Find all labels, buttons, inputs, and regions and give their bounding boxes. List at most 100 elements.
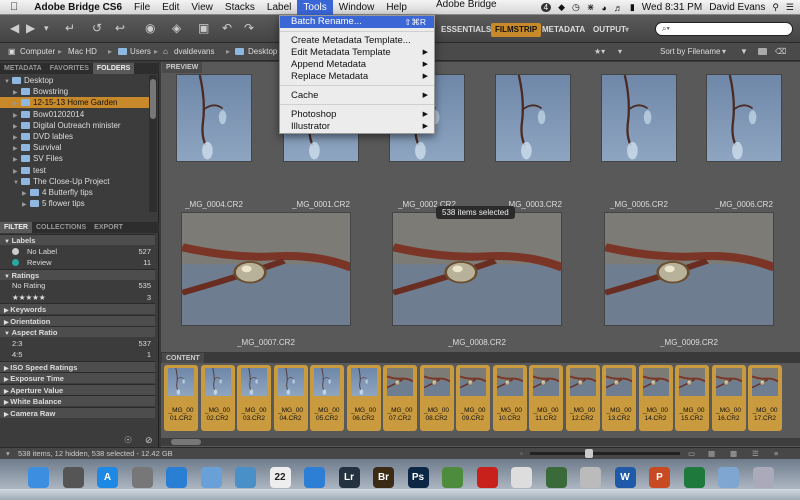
filter-group-header[interactable]: ▶ White Balance: [0, 395, 155, 406]
folder-icon[interactable]: [758, 47, 770, 56]
folder-item[interactable]: ▶ 12-15-13 Home Garden: [0, 97, 149, 109]
filter-group-header[interactable]: ▶ Camera Raw: [0, 406, 155, 418]
folder-scrollbar-thumb[interactable]: [150, 79, 156, 119]
content-thumbnail[interactable]: _MG_00 04.CR2: [273, 365, 308, 431]
tools-menu-item[interactable]: Batch Rename... ⇧⌘R: [280, 16, 434, 28]
rotate-left-icon[interactable]: ↶: [222, 21, 232, 35]
breadcrumb-computer[interactable]: Computer: [20, 47, 55, 56]
menu-edit[interactable]: Edit: [156, 0, 185, 15]
tab-collections[interactable]: COLLECTIONS: [32, 222, 90, 233]
preview-image[interactable]: [181, 212, 351, 326]
tab-export[interactable]: EXPORT: [90, 222, 127, 233]
disclosure-open-icon[interactable]: ▼: [4, 274, 12, 280]
content-thumbnail[interactable]: _MG_00 05.CR2: [310, 365, 344, 431]
thumbnail-size-slider[interactable]: [530, 449, 680, 458]
tab-favorites[interactable]: FAVORITES: [46, 63, 93, 74]
refine-icon[interactable]: ◈: [172, 21, 181, 35]
preview-image[interactable]: [601, 74, 677, 162]
time-machine-icon[interactable]: [545, 467, 567, 488]
excel-icon[interactable]: [683, 467, 705, 488]
filter-group-header[interactable]: ▶ ISO Speed Ratings: [0, 360, 155, 372]
content-thumbnail[interactable]: _MG_00 06.CR2: [346, 365, 381, 431]
maps-icon[interactable]: [442, 467, 463, 488]
filter-group-header[interactable]: ▶ Orientation: [0, 314, 155, 326]
spotlight-icon[interactable]: ⚲: [772, 2, 779, 13]
acrobat-icon[interactable]: [476, 467, 498, 488]
tab-metadata[interactable]: METADATA: [0, 63, 46, 74]
view-thumbnails-icon[interactable]: ▩: [730, 448, 737, 459]
trash-small-icon[interactable]: ⌫: [775, 47, 786, 56]
filter-dropdown-icon[interactable]: ▾: [618, 47, 622, 56]
content-thumbnail[interactable]: _MG_00 03.CR2: [237, 365, 271, 431]
zoom-in-icon[interactable]: ▭: [688, 448, 695, 459]
menu-label[interactable]: Label: [261, 0, 297, 15]
clock[interactable]: Wed 8:31 PM: [642, 2, 702, 13]
dropbox-status-icon[interactable]: ◆: [558, 2, 565, 13]
folder-item[interactable]: ▼ Desktop: [0, 75, 149, 86]
breadcrumb-users[interactable]: Users: [130, 47, 151, 56]
zoom-out-icon[interactable]: ▫: [520, 448, 523, 459]
filter-group-header[interactable]: ▶ Keywords: [0, 303, 155, 314]
user-name[interactable]: David Evans: [709, 2, 765, 13]
folder-item[interactable]: ▶ Bow01202014: [0, 109, 149, 120]
workspace-menu-icon[interactable]: ▾: [625, 24, 629, 36]
battery-icon[interactable]: ▮: [630, 2, 635, 13]
preview-tab[interactable]: PREVIEW: [162, 62, 203, 73]
thumbnail-size-slider-handle[interactable]: [585, 449, 593, 458]
content-thumbnail[interactable]: _MG_00 02.CR2: [200, 365, 235, 431]
menu-file[interactable]: File: [128, 0, 156, 15]
filter-item[interactable]: No Rating 535: [0, 280, 155, 291]
tools-menu-item[interactable]: Replace Metadata ▶: [280, 71, 434, 83]
app-store-icon[interactable]: A: [97, 467, 118, 488]
lock-thumbnail-grid-icon[interactable]: ▦: [708, 448, 715, 459]
workspace-filmstrip[interactable]: FILMSTRIP: [491, 23, 542, 37]
tab-folders[interactable]: FOLDERS: [92, 63, 135, 74]
content-scrollbar[interactable]: [161, 438, 800, 446]
filter-group-header[interactable]: ▼ Aspect Ratio: [0, 326, 155, 337]
folder-item[interactable]: ▶ 4 Butterfly tips: [0, 187, 149, 198]
filter-group-header[interactable]: ▶ Exposure Time: [0, 372, 155, 383]
content-thumbnail[interactable]: _MG_00 09.CR2: [456, 365, 490, 431]
open-in-raw-icon[interactable]: ▣: [198, 21, 209, 35]
content-thumbnail[interactable]: _MG_00 07.CR2: [383, 365, 417, 431]
sort-direction-icon[interactable]: ▾: [722, 47, 726, 56]
workspace-essentials[interactable]: ESSENTIALS: [441, 24, 491, 36]
system-preferences-icon[interactable]: [131, 467, 153, 488]
content-thumbnail[interactable]: _MG_00 14.CR2: [638, 365, 673, 431]
textedit-icon[interactable]: [511, 467, 532, 488]
mail-icon[interactable]: [200, 467, 222, 488]
preview-image[interactable]: [392, 212, 562, 326]
preview-image[interactable]: [706, 74, 782, 162]
folder-item[interactable]: ▼ The Close-Up Project: [0, 176, 149, 187]
menu-view[interactable]: View: [185, 0, 219, 15]
folder-icon[interactable]: [718, 467, 739, 488]
bridge-icon[interactable]: Br: [373, 467, 394, 488]
breadcrumb-mac-hd[interactable]: Mac HD: [68, 47, 97, 56]
menu-tools[interactable]: Tools: [297, 0, 333, 15]
folder-item[interactable]: ▶ test: [0, 165, 149, 176]
status-badge[interactable]: 4: [540, 3, 552, 12]
folder-scrollbar[interactable]: [149, 75, 157, 212]
content-thumbnail[interactable]: _MG_00 15.CR2: [675, 365, 709, 431]
filter-item[interactable]: No Label 527: [0, 246, 155, 257]
search-input[interactable]: ⌕▾: [655, 22, 793, 36]
app-menu[interactable]: Adobe Bridge CS6: [28, 0, 128, 15]
time-machine-status-icon[interactable]: ◷: [572, 2, 580, 13]
content-thumbnail[interactable]: _MG_00 08.CR2: [419, 365, 454, 431]
filter-item[interactable]: 2:3 537: [0, 338, 155, 349]
content-thumbnail[interactable]: _MG_00 01.CR2: [164, 365, 198, 431]
preview-image[interactable]: [495, 74, 571, 162]
preview-image[interactable]: [176, 74, 252, 162]
view-details-icon[interactable]: ☰: [752, 448, 759, 459]
breadcrumb-desktop[interactable]: Desktop: [248, 47, 277, 56]
wifi-icon[interactable]: ◕: [601, 3, 606, 13]
forward-icon[interactable]: ▶: [26, 21, 35, 35]
tools-menu-item[interactable]: Edit Metadata Template ▶: [280, 47, 434, 59]
launchpad-icon[interactable]: [62, 467, 84, 488]
content-scrollbar-thumb[interactable]: [171, 439, 201, 445]
folder-item[interactable]: ▶ SV Files: [0, 153, 149, 164]
content-thumbnail[interactable]: _MG_00 17.CR2: [748, 365, 782, 431]
disclosure-open-icon[interactable]: ▼: [4, 239, 12, 245]
folder-item[interactable]: ▶ Digital Outreach minister: [0, 120, 149, 131]
trash-icon[interactable]: [752, 467, 774, 488]
